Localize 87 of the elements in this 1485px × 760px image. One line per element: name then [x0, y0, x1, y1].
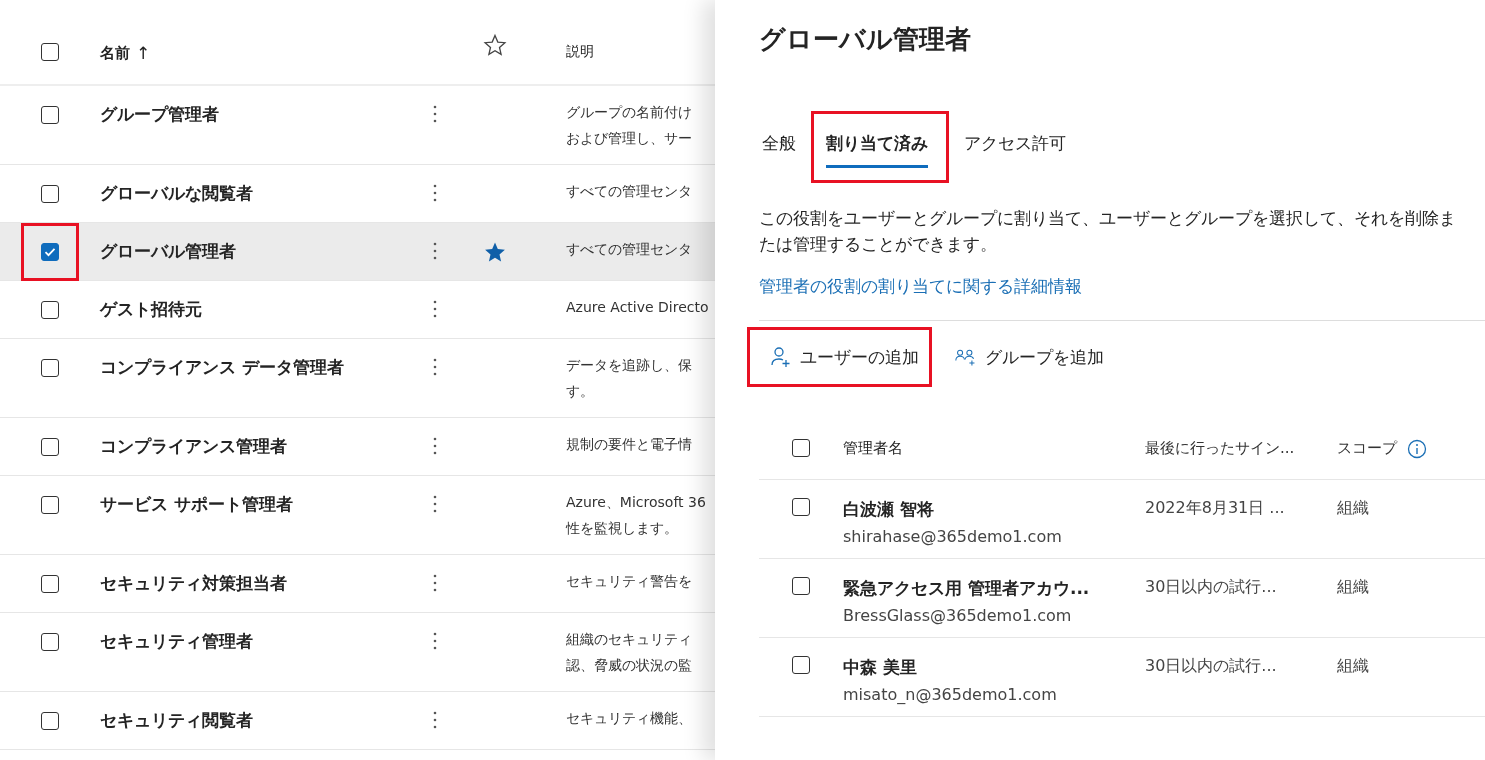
admin-name[interactable]: 白波瀬 智将	[843, 498, 1145, 521]
row-checkbox[interactable]	[792, 498, 810, 516]
last-sign-in: 30日以内の試行...	[1145, 577, 1277, 596]
scope-value: 組織	[1337, 498, 1369, 519]
role-description: す。	[566, 382, 595, 401]
more-options-icon[interactable]	[433, 711, 437, 729]
role-description: 認、脅威の状況の監	[566, 656, 693, 675]
role-description: セキュリティ警告を	[566, 572, 693, 591]
description-text: この役割をユーザーとグループに割り当て、ユーザーとグループを選択して、それを削除または管理することができます。	[759, 207, 1457, 256]
row-checkbox[interactable]	[41, 438, 59, 456]
row-checkbox[interactable]	[792, 577, 810, 595]
admin-email: misato_n@365demo1.com	[843, 685, 1058, 704]
role-description: Azure Active Directo	[566, 298, 710, 317]
row-checkbox[interactable]	[41, 712, 59, 730]
table-row[interactable]: ゲスト招待元 Azure Active Directo	[0, 281, 715, 339]
admin-name[interactable]: 中森 美里	[843, 656, 1145, 679]
table-row[interactable]: グローバル管理者 すべての管理センタ	[0, 223, 715, 281]
role-description: 性を監視します。	[566, 519, 679, 538]
more-options-icon[interactable]	[433, 300, 437, 318]
table-row[interactable]: セキュリティ管理者 組織のセキュリティ 認、脅威の状況の監	[0, 613, 715, 692]
row-checkbox[interactable]	[41, 496, 59, 514]
column-header[interactable]: 管理者名	[843, 439, 903, 457]
tab[interactable]: 割り当て済み	[811, 111, 949, 183]
last-sign-in: 30日以内の試行...	[1145, 656, 1277, 675]
star-outline-icon[interactable]	[483, 33, 507, 57]
row-checkbox[interactable]	[41, 575, 59, 593]
table-row[interactable]: グループ管理者 グループの名前付け および管理し、サー	[0, 86, 715, 165]
select-all-checkbox[interactable]	[41, 43, 59, 61]
role-name[interactable]: セキュリティ閲覧者	[100, 710, 253, 730]
row-checkbox[interactable]	[41, 633, 59, 651]
admin-name[interactable]: 緊急アクセス用 管理者アカウ...	[843, 577, 1145, 600]
details-link[interactable]: 管理者の役割の割り当てに関する詳細情報	[759, 275, 1082, 298]
role-name[interactable]: グローバルな閲覧者	[100, 183, 253, 203]
panel-title: グローバル管理者	[759, 23, 972, 56]
admin-email: shirahase@365demo1.com	[843, 527, 1063, 546]
last-sign-in: 2022年8月31日 ...	[1145, 498, 1285, 517]
role-description: 規制の要件と電子情	[566, 435, 693, 454]
role-description: Azure、Microsoft 36	[566, 493, 707, 512]
more-options-icon[interactable]	[433, 632, 437, 650]
more-options-icon[interactable]	[433, 437, 437, 455]
role-description: すべての管理センタ	[566, 240, 693, 259]
role-name[interactable]: セキュリティ管理者	[100, 631, 253, 651]
add-group-button[interactable]: グループを追加	[932, 327, 1117, 387]
table-row[interactable]: サービス サポート管理者 Azure、Microsoft 36 性を監視します。	[0, 476, 715, 555]
role-name[interactable]: コンプライアンス データ管理者	[100, 357, 344, 377]
more-options-icon[interactable]	[433, 358, 437, 376]
table-row[interactable]: セキュリティ閲覧者 セキュリティ機能、	[0, 692, 715, 750]
row-checkbox[interactable]	[41, 185, 59, 203]
role-name[interactable]: ゲスト招待元	[100, 299, 202, 319]
role-description: すべての管理センタ	[566, 182, 693, 201]
add-user-button[interactable]: ユーザーの追加	[747, 327, 932, 387]
role-description: セキュリティ機能、	[566, 709, 693, 728]
table-row[interactable]: セキュリティ対策担当者 セキュリティ警告を	[0, 555, 715, 613]
role-description: および管理し、サー	[566, 129, 693, 148]
tab[interactable]: 全般	[747, 111, 811, 183]
role-description: グループの名前付け	[566, 103, 693, 122]
admin-email: BressGlass@365demo1.com	[843, 606, 1073, 625]
role-name[interactable]: コンプライアンス管理者	[100, 436, 287, 456]
column-header[interactable]: スコープ	[1337, 439, 1397, 458]
role-description: 組織のセキュリティ	[566, 630, 693, 649]
person-add-icon	[770, 346, 792, 368]
select-all-checkbox[interactable]	[792, 439, 810, 457]
column-header: 説明	[566, 43, 595, 61]
column-header[interactable]: 名前	[100, 43, 130, 63]
row-checkbox[interactable]	[792, 656, 810, 674]
row-checkbox[interactable]	[41, 243, 59, 261]
sort-arrow: ↑	[136, 43, 151, 63]
role-description: データを追跡し、保	[566, 356, 693, 375]
column-header[interactable]: 最後に行ったサイン...	[1145, 439, 1295, 457]
role-name[interactable]: グローバル管理者	[100, 241, 236, 261]
tab[interactable]: アクセス許可	[949, 111, 1081, 183]
scope-value: 組織	[1337, 577, 1369, 598]
more-options-icon[interactable]	[433, 574, 437, 592]
more-options-icon[interactable]	[433, 495, 437, 513]
row-checkbox[interactable]	[41, 106, 59, 124]
table-row[interactable]: コンプライアンス データ管理者 データを追跡し、保 す。	[0, 339, 715, 418]
scope-value: 組織	[1337, 656, 1369, 677]
role-name[interactable]: セキュリティ対策担当者	[100, 573, 287, 593]
more-options-icon[interactable]	[433, 105, 437, 123]
more-options-icon[interactable]	[433, 242, 437, 260]
table-row[interactable]: コンプライアンス管理者 規制の要件と電子情	[0, 418, 715, 476]
info-icon[interactable]	[1407, 439, 1427, 459]
more-options-icon[interactable]	[433, 184, 437, 202]
role-name[interactable]: サービス サポート管理者	[100, 494, 293, 514]
row-checkbox[interactable]	[41, 359, 59, 377]
row-checkbox[interactable]	[41, 301, 59, 319]
role-name[interactable]: グループ管理者	[100, 104, 219, 124]
